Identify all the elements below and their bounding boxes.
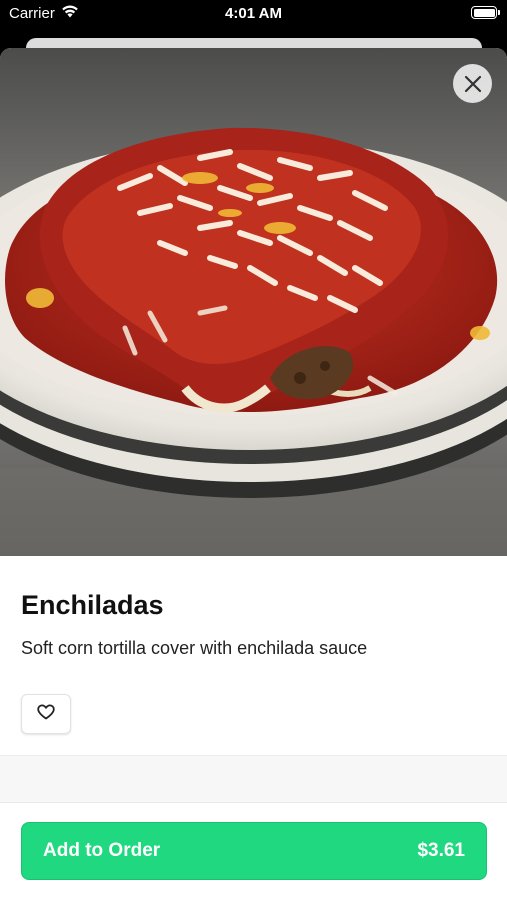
heart-icon: [37, 704, 55, 725]
spacer-band: [0, 756, 507, 802]
item-photo: [0, 48, 507, 556]
item-title: Enchiladas: [21, 590, 164, 620]
close-icon: [464, 75, 482, 93]
status-bar: Carrier 4:01 AM: [0, 0, 507, 28]
add-to-order-label: Add to Order: [43, 840, 161, 861]
status-time: 4:01 AM: [225, 5, 282, 22]
price-label: $3.61: [417, 840, 465, 861]
add-to-order-button[interactable]: Add to Order $3.61: [21, 822, 487, 880]
favorite-button[interactable]: [21, 694, 71, 734]
close-button[interactable]: [453, 64, 492, 103]
item-description: Soft corn tortilla cover with enchilada …: [21, 638, 368, 658]
footer-divider: [0, 802, 507, 803]
battery-icon: [471, 6, 500, 19]
